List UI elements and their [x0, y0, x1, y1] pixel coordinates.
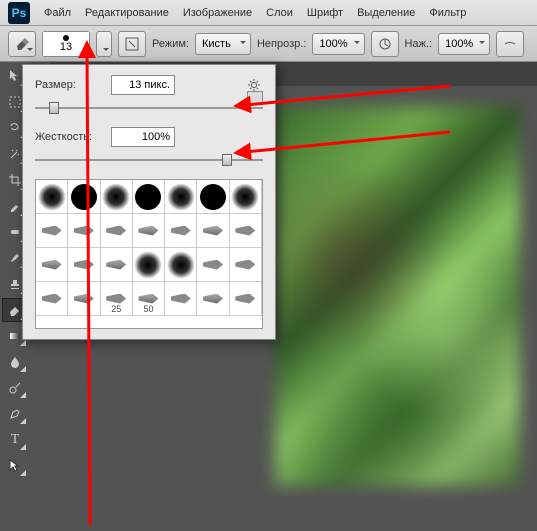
size-input[interactable]: [111, 75, 175, 95]
brush-preset[interactable]: [36, 214, 68, 248]
brush-preset[interactable]: [68, 214, 100, 248]
brush-settings-popup: Размер: Жесткость: 2550: [22, 64, 276, 340]
flow-label: Наж.:: [405, 38, 433, 50]
menu-layers[interactable]: Слои: [266, 7, 293, 19]
brush-panel-toggle[interactable]: [118, 31, 146, 57]
tool-type[interactable]: T: [2, 428, 28, 452]
brush-preset[interactable]: [68, 248, 100, 282]
size-slider[interactable]: [35, 99, 263, 117]
menu-bar: Ps Файл Редактирование Изображение Слои …: [0, 0, 537, 26]
airbrush-icon: [502, 36, 518, 52]
brush-preset[interactable]: [230, 214, 262, 248]
menu-edit[interactable]: Редактирование: [85, 7, 169, 19]
mode-label: Режим:: [152, 38, 189, 50]
brush-preset[interactable]: [133, 180, 165, 214]
brush-preset[interactable]: [133, 248, 165, 282]
menu-filter[interactable]: Фильтр: [429, 7, 466, 19]
opacity-label: Непрозр.:: [257, 38, 306, 50]
brush-preset[interactable]: 25: [101, 282, 133, 316]
brush-preset-picker[interactable]: 13: [42, 31, 90, 57]
options-bar: 13 Режим: Кисть Непрозр.: 100% Наж.: 100…: [0, 26, 537, 62]
tool-blur[interactable]: [2, 350, 28, 374]
brush-preset[interactable]: [230, 282, 262, 316]
ps-logo: Ps: [8, 2, 30, 24]
flow-input[interactable]: 100%: [438, 33, 490, 55]
brush-preset[interactable]: 50: [133, 282, 165, 316]
hardness-slider[interactable]: [35, 151, 263, 169]
brush-preset[interactable]: [197, 180, 229, 214]
brush-preset[interactable]: [36, 282, 68, 316]
pressure-icon: [377, 36, 393, 52]
hardness-label: Жесткость:: [35, 131, 103, 143]
menu-file[interactable]: Файл: [44, 7, 71, 19]
brush-preset[interactable]: [165, 282, 197, 316]
brush-preset[interactable]: [101, 248, 133, 282]
new-brush-icon[interactable]: [247, 91, 263, 105]
tool-path[interactable]: [2, 454, 28, 478]
brush-presets-grid[interactable]: 2550: [35, 179, 263, 329]
eraser-tool-preset[interactable]: [8, 31, 36, 57]
opacity-pressure-toggle[interactable]: [371, 31, 399, 57]
brush-preset[interactable]: [197, 282, 229, 316]
brush-size-display: 13: [60, 41, 72, 53]
brush-preset[interactable]: [68, 282, 100, 316]
tool-pen[interactable]: [2, 402, 28, 426]
brush-dropdown[interactable]: [96, 31, 112, 57]
mode-select[interactable]: Кисть: [195, 33, 251, 55]
brush-preset[interactable]: [165, 214, 197, 248]
eraser-icon: [14, 36, 30, 52]
brush-preset[interactable]: [230, 248, 262, 282]
brush-preset[interactable]: [133, 214, 165, 248]
menu-select[interactable]: Выделение: [357, 7, 415, 19]
brush-preset[interactable]: [165, 180, 197, 214]
hardness-input[interactable]: [111, 127, 175, 147]
brush-panel-icon: [124, 36, 140, 52]
menu-image[interactable]: Изображение: [183, 7, 252, 19]
brush-preset[interactable]: [197, 214, 229, 248]
brush-preset[interactable]: [36, 180, 68, 214]
brush-preset[interactable]: [230, 180, 262, 214]
opacity-input[interactable]: 100%: [312, 33, 364, 55]
brush-preset[interactable]: [165, 248, 197, 282]
photo-content: [275, 106, 520, 486]
menu-type[interactable]: Шрифт: [307, 7, 343, 19]
tool-dodge[interactable]: [2, 376, 28, 400]
brush-preset[interactable]: [68, 180, 100, 214]
brush-preset[interactable]: [197, 248, 229, 282]
size-label: Размер:: [35, 79, 103, 91]
brush-preset[interactable]: [101, 180, 133, 214]
brush-preset[interactable]: [101, 214, 133, 248]
brush-preset[interactable]: [36, 248, 68, 282]
airbrush-toggle[interactable]: [496, 31, 524, 57]
